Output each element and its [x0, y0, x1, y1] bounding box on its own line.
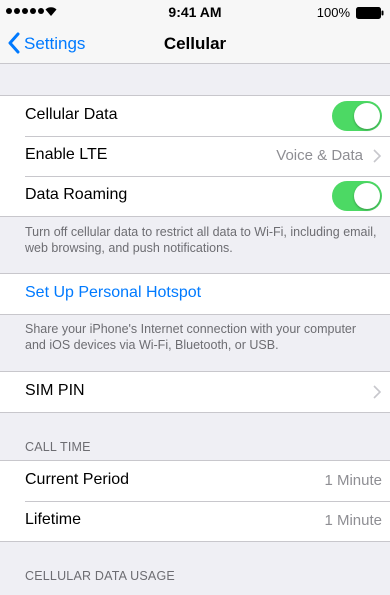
enable-lte-value: Voice & Data [276, 147, 363, 164]
cellular-footer-note: Turn off cellular data to restrict all d… [25, 225, 377, 255]
enable-lte-row[interactable]: Enable LTE Voice & Data [0, 136, 390, 176]
status-bar: 9:41 AM 100% [0, 0, 390, 26]
data-roaming-label: Data Roaming [25, 186, 128, 203]
current-period-label: Current Period [25, 471, 130, 488]
cellular-data-row[interactable]: Cellular Data [0, 96, 390, 136]
hotspot-footer-note: Share your iPhone's Internet connection … [25, 322, 357, 352]
enable-lte-label: Enable LTE [25, 146, 108, 163]
lifetime-label: Lifetime [25, 511, 82, 528]
hotspot-group: Set Up Personal Hotspot [0, 273, 390, 315]
navigation-bar: Settings Cellular [0, 26, 390, 64]
sim-pin-row[interactable]: SIM PIN [0, 372, 390, 412]
sim-group: SIM PIN [0, 371, 390, 413]
personal-hotspot-row[interactable]: Set Up Personal Hotspot [0, 274, 390, 314]
chevron-right-icon [373, 149, 381, 163]
page-title: Cellular [163, 34, 227, 53]
battery-icon [356, 7, 384, 19]
cellular-data-usage-header: CELLULAR DATA USAGE [25, 569, 175, 583]
chevron-right-icon [373, 385, 381, 399]
current-period-row: Current Period 1 Minute [0, 461, 390, 501]
battery-percentage: 100% [316, 5, 350, 20]
cellular-settings-group: Cellular Data Enable LTE Voice & Data Da… [0, 95, 390, 217]
data-roaming-row[interactable]: Data Roaming [0, 176, 390, 216]
cellular-data-label: Cellular Data [25, 106, 118, 123]
lifetime-row: Lifetime 1 Minute [0, 501, 390, 541]
data-roaming-toggle[interactable] [332, 181, 382, 211]
call-time-header: CALL TIME [25, 440, 91, 454]
sim-pin-label: SIM PIN [25, 382, 85, 399]
lifetime-value: 1 Minute [324, 512, 382, 529]
current-period-value: 1 Minute [324, 472, 382, 489]
call-time-group: Current Period 1 Minute Lifetime 1 Minut… [0, 460, 390, 542]
personal-hotspot-link[interactable]: Set Up Personal Hotspot [25, 284, 201, 302]
cellular-data-toggle[interactable] [332, 101, 382, 131]
